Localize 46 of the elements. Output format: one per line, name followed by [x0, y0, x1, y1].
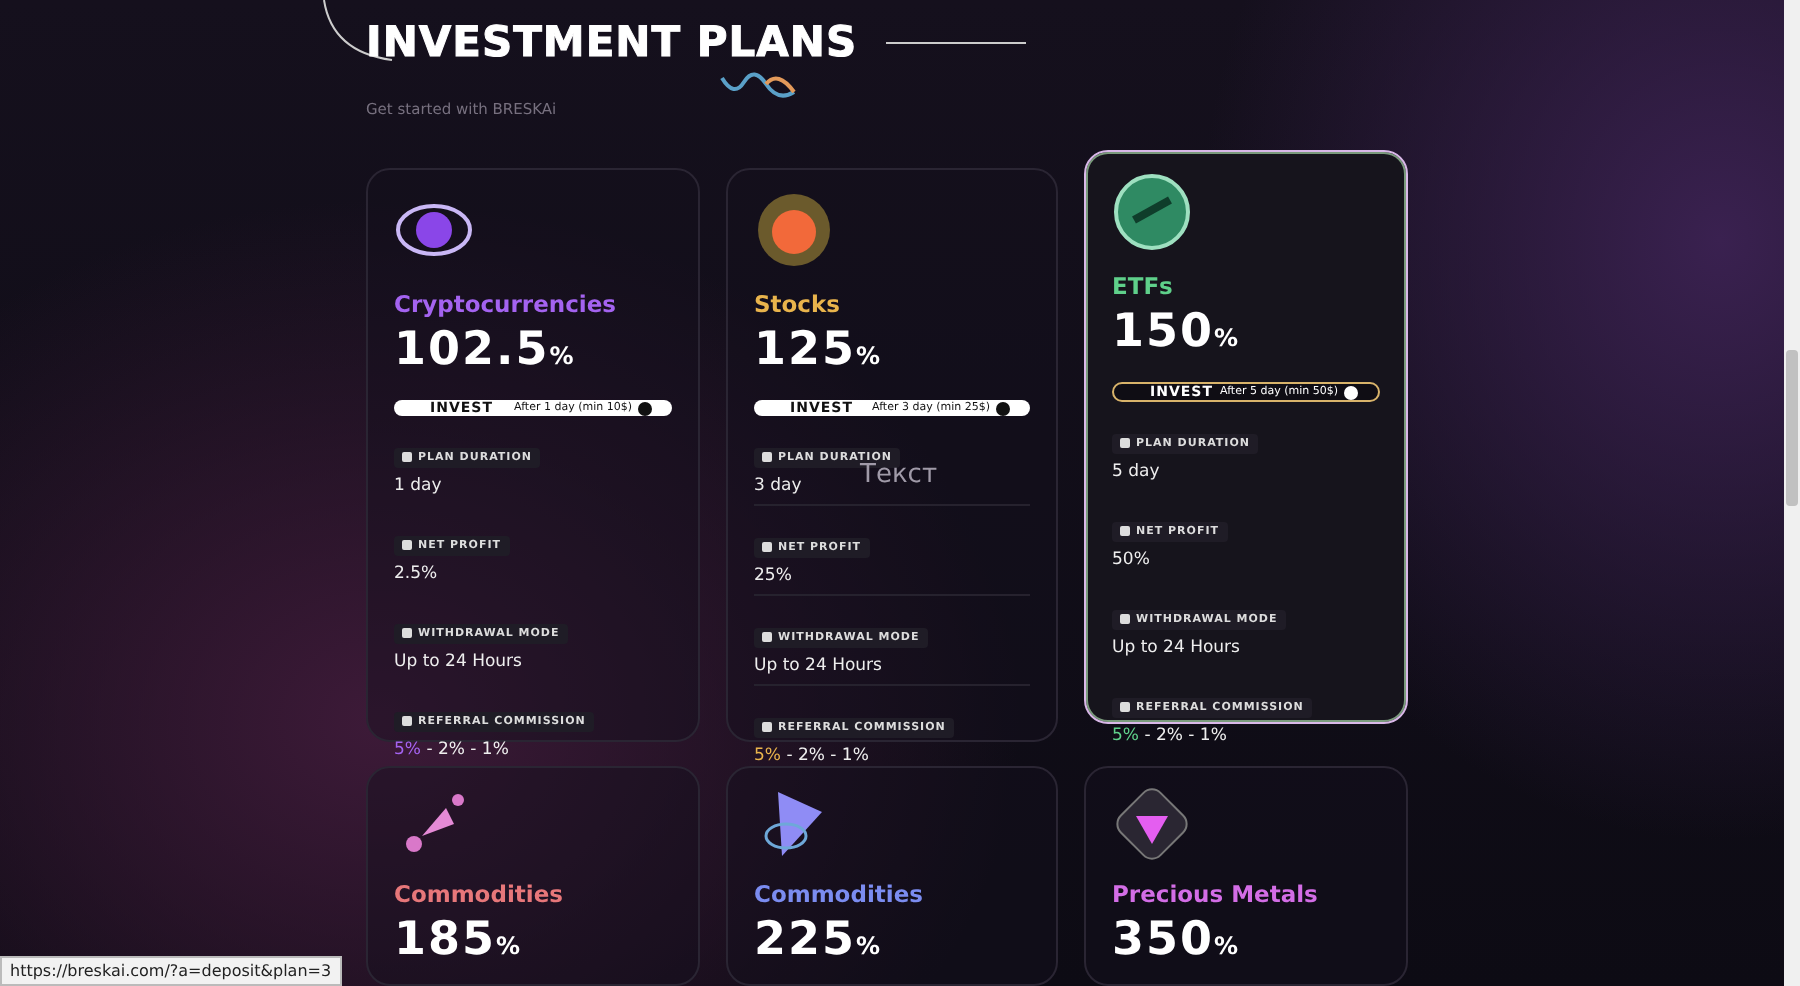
- plan-name: Commodities: [754, 880, 923, 908]
- detail-value: 1 day: [394, 476, 444, 498]
- tag-icon: [1120, 438, 1130, 448]
- detail-value: Up to 24 Hours: [1112, 638, 1242, 660]
- detail-value: 25%: [754, 566, 794, 588]
- plan-rate: 150%: [1112, 304, 1239, 362]
- info-icon: [1344, 385, 1358, 399]
- plan-name: Precious Metals: [1112, 880, 1318, 908]
- plan-rate: 102.5%: [394, 322, 574, 380]
- tag-icon: [402, 628, 412, 638]
- scrollbar[interactable]: [1784, 0, 1800, 986]
- status-url: https://breskai.com/?a=deposit&plan=3: [0, 956, 342, 986]
- detail-value: Up to 24 Hours: [394, 652, 524, 674]
- detail-value: 3 day: [754, 476, 804, 498]
- tag-icon: [1120, 526, 1130, 536]
- detail-value: 2.5%: [394, 564, 440, 586]
- tag-icon: [762, 452, 772, 462]
- overlay-text: Текст: [860, 460, 938, 490]
- plan-name: Commodities: [394, 880, 563, 908]
- wave-icon: [718, 70, 798, 98]
- detail-value: Up to 24 Hours: [754, 656, 884, 678]
- tag-icon: [1120, 614, 1130, 624]
- plan-name: ETFs: [1112, 272, 1173, 300]
- tag-icon: [762, 632, 772, 642]
- coin-icon: [1112, 172, 1192, 252]
- tag-icon: [762, 542, 772, 552]
- info-icon: [638, 401, 652, 415]
- detail-value: 5% - 2% - 1%: [754, 746, 871, 768]
- info-icon: [996, 401, 1010, 415]
- detail-value: 5% - 2% - 1%: [1112, 726, 1229, 748]
- plan-rate: 225%: [754, 912, 881, 970]
- plan-rate: 125%: [754, 322, 881, 380]
- tag-icon: [1120, 702, 1130, 712]
- detail-value: 5 day: [1112, 462, 1162, 484]
- tag-icon: [402, 540, 412, 550]
- plan-rate: 185%: [394, 912, 521, 970]
- tag-icon: [402, 452, 412, 462]
- tag-icon: [402, 716, 412, 726]
- plan-rate: 350%: [1112, 912, 1239, 970]
- plan-name: Cryptocurrencies: [394, 290, 616, 318]
- detail-value: 5% - 2% - 1%: [394, 740, 511, 762]
- detail-value: 50%: [1112, 550, 1152, 572]
- sun-icon: [754, 190, 834, 270]
- plan-name: Stocks: [754, 290, 840, 318]
- tag-icon: [762, 722, 772, 732]
- section-title: INVESTMENT PLANS: [366, 16, 858, 68]
